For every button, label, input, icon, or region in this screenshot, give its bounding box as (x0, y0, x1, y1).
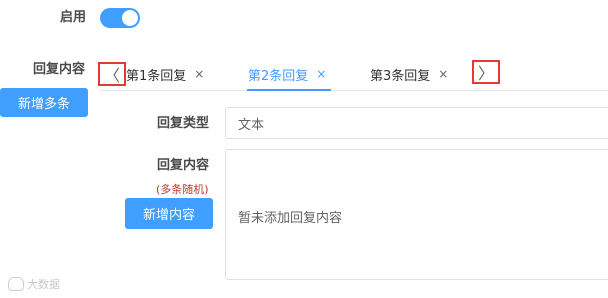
tab-reply-3[interactable]: 第3条回复 × (370, 63, 448, 85)
tab-label: 第2条回复 (248, 68, 309, 84)
tab-prev-arrow-icon[interactable]: 〈 (98, 62, 126, 86)
enable-switch[interactable] (100, 8, 140, 28)
tab-label: 第1条回复 (126, 68, 187, 84)
add-multiple-button[interactable]: 新增多条 (0, 88, 88, 117)
random-hint: (多条随机) (156, 183, 209, 196)
reply-type-label: 回复类型 (157, 116, 210, 131)
watermark-logo-icon (8, 277, 24, 291)
active-tab-indicator (247, 89, 331, 91)
tab-label: 第3条回复 (370, 68, 431, 84)
tab-reply-1[interactable]: 第1条回复 × (126, 63, 204, 85)
watermark: 大数据 (8, 276, 60, 292)
close-icon[interactable]: × (194, 67, 204, 81)
auto-reply-form: 启用 回复内容 新增多条 〈 第1条回复 × 第2条回复 × 第3条回复 × 〉… (0, 0, 608, 298)
add-content-button[interactable]: 新增内容 (125, 198, 213, 229)
reply-type-value: 文本 (238, 117, 265, 133)
reply-content-field-label: 回复内容 (157, 158, 210, 173)
tabs-divider (100, 90, 608, 91)
tab-reply-2[interactable]: 第2条回复 × (248, 63, 326, 85)
close-icon[interactable]: × (438, 67, 448, 81)
tab-next-arrow-icon[interactable]: 〉 (472, 60, 500, 84)
reply-type-select[interactable]: 文本 (225, 107, 608, 139)
empty-content-text: 暂未添加回复内容 (238, 211, 343, 226)
reply-content-label: 回复内容 (33, 62, 86, 77)
switch-knob (122, 10, 138, 26)
close-icon[interactable]: × (316, 67, 326, 81)
watermark-text: 大数据 (27, 278, 60, 291)
reply-content-area[interactable]: 暂未添加回复内容 (225, 149, 608, 280)
enable-label: 启用 (60, 10, 87, 25)
